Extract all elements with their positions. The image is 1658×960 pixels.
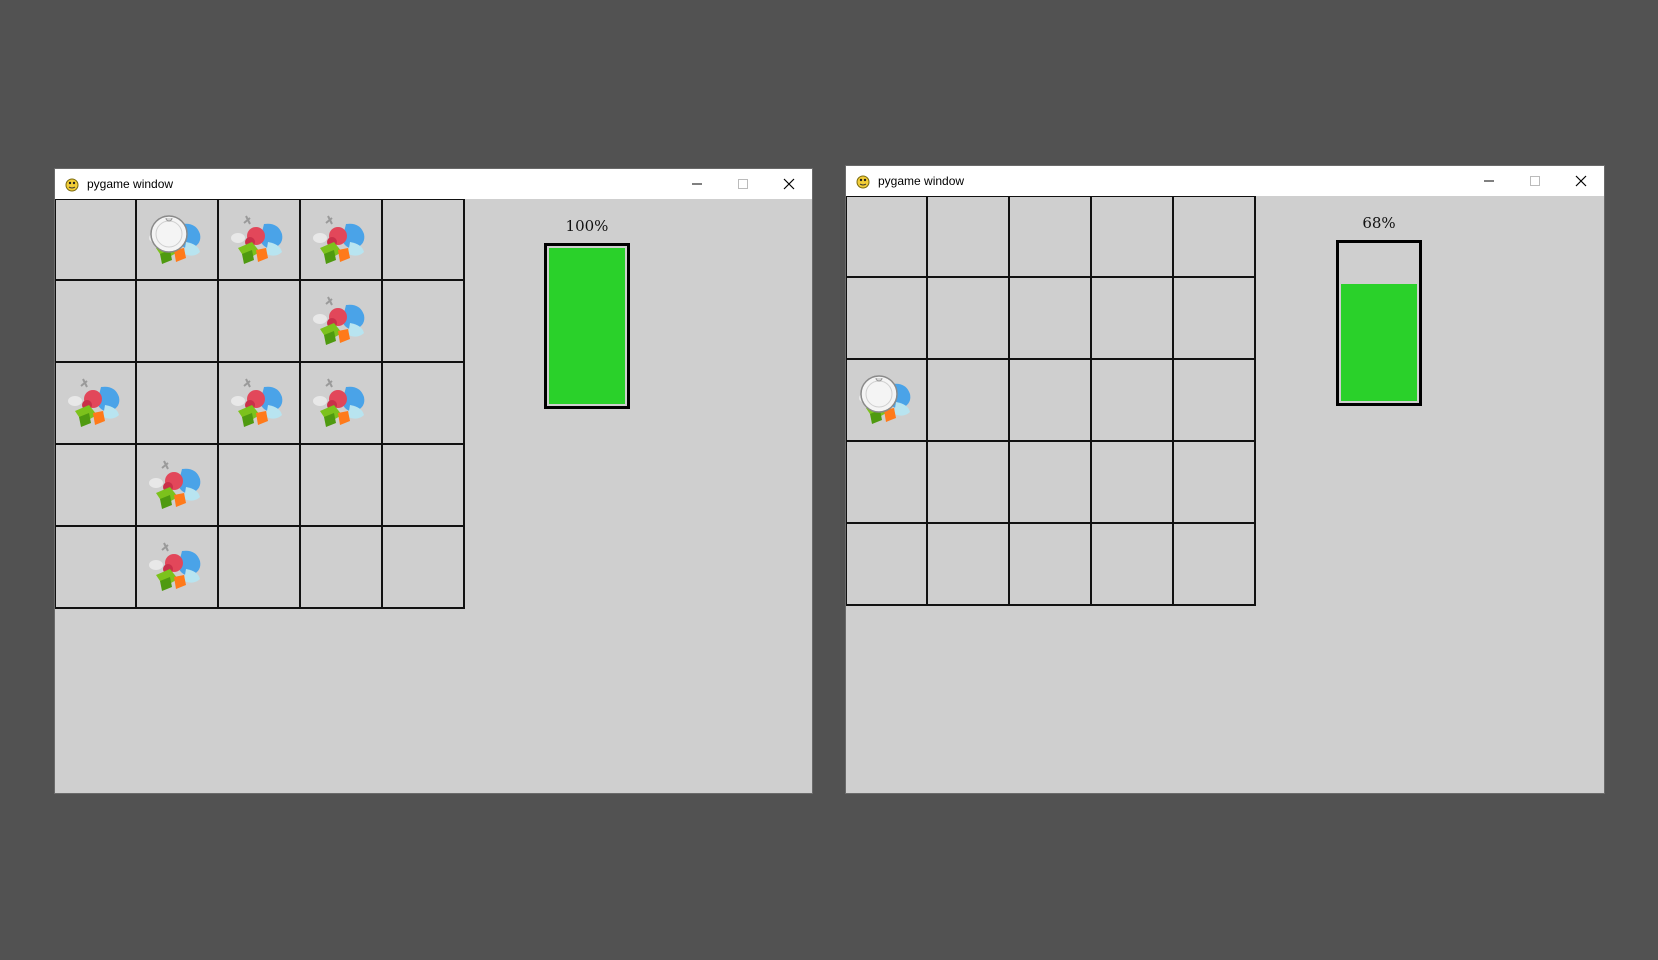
- grid-cell: [1174, 360, 1256, 442]
- grid-cell: [301, 445, 383, 527]
- close-icon: [783, 178, 795, 190]
- grid-cell: [137, 445, 219, 527]
- battery-percent: 100%: [565, 217, 609, 235]
- maximize-icon: [738, 179, 748, 189]
- pygame-window-left: pygame window 100%: [55, 169, 812, 793]
- grid-cell: [55, 445, 137, 527]
- game-canvas[interactable]: 100%: [55, 199, 812, 793]
- grid-cell: [1092, 278, 1174, 360]
- grid-cell: [1092, 524, 1174, 606]
- grid-cell: [1174, 278, 1256, 360]
- grid-cell: [928, 360, 1010, 442]
- grid-cell: [846, 278, 928, 360]
- close-button[interactable]: [1558, 166, 1604, 196]
- grid-cell: [219, 363, 301, 445]
- dirt-pile-icon: [313, 378, 365, 427]
- game-canvas[interactable]: 68%: [846, 196, 1604, 793]
- dirt-pile-icon: [231, 378, 283, 427]
- grid-cell: [55, 281, 137, 363]
- grid-cell: [219, 199, 301, 281]
- battery-fill: [1341, 284, 1417, 401]
- maximize-button[interactable]: [720, 169, 766, 199]
- grid-cell: [1010, 360, 1092, 442]
- grid-cell: [928, 278, 1010, 360]
- window-title: pygame window: [87, 177, 174, 191]
- grid-cell: [301, 281, 383, 363]
- grid-cell: [383, 199, 465, 281]
- grid-cell: [383, 445, 465, 527]
- robot-vacuum-icon: [150, 215, 188, 253]
- grid-cell: [1010, 196, 1092, 278]
- pygame-window-right: pygame window 68%: [846, 166, 1604, 793]
- grid-cell: [1174, 442, 1256, 524]
- battery-gauge: [544, 243, 630, 409]
- minimize-button[interactable]: [674, 169, 720, 199]
- grid-cell: [383, 363, 465, 445]
- grid-cell: [137, 363, 219, 445]
- maximize-icon: [1530, 176, 1540, 186]
- pygame-snake-icon: [65, 178, 79, 192]
- battery-percent: 68%: [1362, 214, 1396, 232]
- grid-cell: [846, 196, 928, 278]
- close-button[interactable]: [766, 169, 812, 199]
- room-grid: [846, 196, 1256, 606]
- dirt-pile-icon: [231, 215, 283, 264]
- robot-vacuum-icon: [860, 375, 898, 413]
- room-grid: [55, 199, 465, 609]
- grid-cell: [137, 527, 219, 609]
- minimize-button[interactable]: [1466, 166, 1512, 196]
- grid-cell: [383, 281, 465, 363]
- grid-cell: [1174, 196, 1256, 278]
- battery-gauge: [1336, 240, 1422, 406]
- grid-cell: [928, 196, 1010, 278]
- grid-cell: [219, 281, 301, 363]
- grid-cell: [219, 445, 301, 527]
- grid-cell: [1092, 196, 1174, 278]
- battery-fill: [549, 248, 625, 404]
- grid-cell: [1010, 524, 1092, 606]
- grid-cell: [301, 199, 383, 281]
- grid-cell: [928, 442, 1010, 524]
- dirt-pile-icon: [67, 378, 119, 427]
- grid-cell: [137, 281, 219, 363]
- grid-cell: [301, 527, 383, 609]
- dirt-pile-icon: [313, 296, 365, 345]
- dirt-pile-icon: [149, 460, 201, 509]
- grid-cell: [137, 199, 219, 281]
- title-bar[interactable]: pygame window: [846, 166, 1604, 196]
- grid-cell: [1010, 442, 1092, 524]
- grid-cell: [55, 527, 137, 609]
- dirt-pile-icon: [149, 542, 201, 591]
- grid-cell: [846, 360, 928, 442]
- pygame-snake-icon: [856, 175, 870, 189]
- grid-cell: [301, 363, 383, 445]
- grid-cell: [383, 527, 465, 609]
- title-bar[interactable]: pygame window: [55, 169, 812, 199]
- minimize-icon: [1484, 180, 1494, 182]
- grid-cell: [219, 527, 301, 609]
- grid-cell: [846, 442, 928, 524]
- grid-cell: [55, 363, 137, 445]
- grid-cell: [1174, 524, 1256, 606]
- window-title: pygame window: [878, 174, 965, 188]
- grid-cell: [1010, 278, 1092, 360]
- close-icon: [1575, 175, 1587, 187]
- grid-cell: [1092, 442, 1174, 524]
- dirt-pile-icon: [313, 215, 365, 264]
- grid-cell: [1092, 360, 1174, 442]
- grid-cell: [55, 199, 137, 281]
- maximize-button[interactable]: [1512, 166, 1558, 196]
- minimize-icon: [692, 183, 702, 185]
- grid-cell: [928, 524, 1010, 606]
- grid-cell: [846, 524, 928, 606]
